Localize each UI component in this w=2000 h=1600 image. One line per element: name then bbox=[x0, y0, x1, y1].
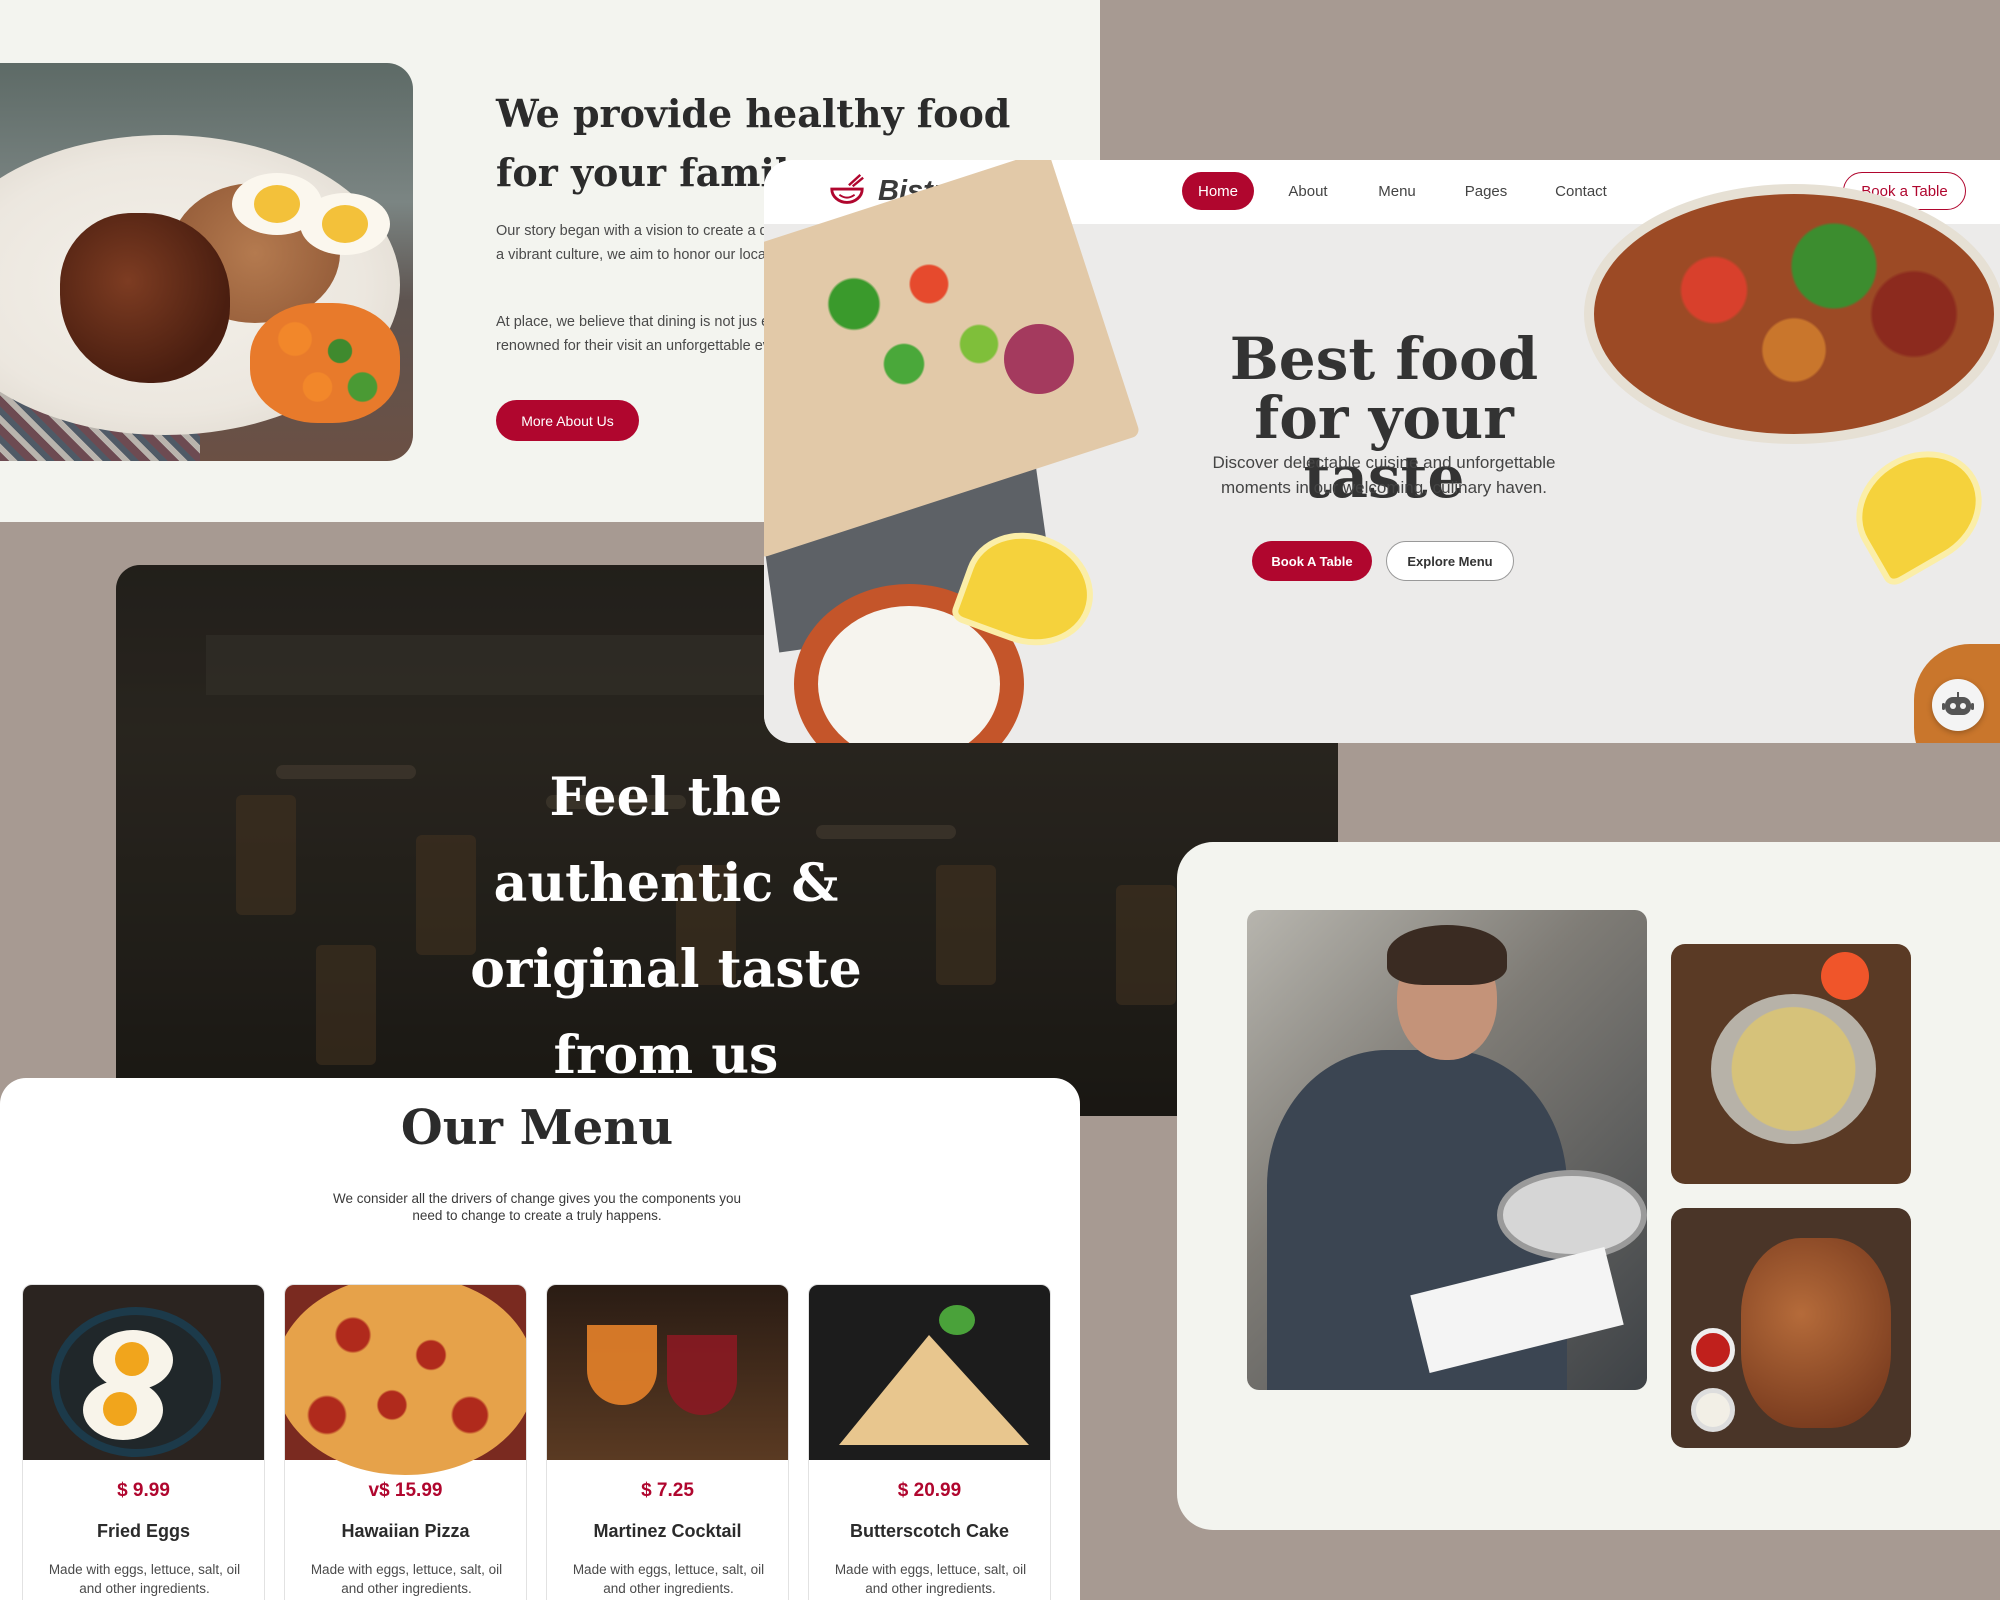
menu-subtitle: We consider all the drivers of change gi… bbox=[333, 1191, 741, 1223]
menu-section: Our Menu We consider all the drivers of … bbox=[0, 1078, 1080, 1600]
hawaiian-pizza-image bbox=[285, 1285, 526, 1475]
chef-image bbox=[1247, 910, 1647, 1390]
book-a-table-button[interactable]: Book A Table bbox=[1252, 541, 1372, 581]
bbq-dish-image bbox=[1671, 1208, 1911, 1448]
menu-item-description: Made with eggs, lettuce, salt, oil and o… bbox=[834, 1562, 1027, 1596]
menu-item-description: Made with eggs, lettuce, salt, oil and o… bbox=[572, 1562, 765, 1596]
menu-item-description: Made with eggs, lettuce, salt, oil and o… bbox=[48, 1562, 241, 1596]
butterscotch-cake-image bbox=[809, 1285, 1050, 1460]
menu-price: v$ 15.99 bbox=[368, 1480, 443, 1501]
menu-card-martinez-cocktail[interactable]: $ 7.25 Martinez Cocktail Made with eggs,… bbox=[546, 1284, 789, 1600]
nav-home[interactable]: Home bbox=[1182, 172, 1254, 210]
about-food-image bbox=[0, 63, 413, 461]
nav-about[interactable]: About bbox=[1254, 172, 1362, 210]
martinez-cocktail-image bbox=[547, 1285, 788, 1460]
hero-section: Bistro Bliss Home About Menu Pages Conta… bbox=[764, 160, 2000, 743]
nav-contact[interactable]: Contact bbox=[1540, 172, 1622, 210]
nav-pages[interactable]: Pages bbox=[1432, 172, 1540, 210]
robot-icon bbox=[1942, 692, 1974, 715]
menu-title: Our Menu bbox=[400, 1100, 674, 1156]
chatbot-button[interactable] bbox=[1932, 679, 1984, 731]
menu-item-name: Hawaiian Pizza bbox=[341, 1521, 470, 1541]
gallery-section bbox=[1177, 842, 2000, 1530]
menu-card-butterscotch-cake[interactable]: $ 20.99 Butterscotch Cake Made with eggs… bbox=[808, 1284, 1051, 1600]
more-about-us-button[interactable]: More About Us bbox=[496, 400, 639, 441]
banner-title: Feel the authentic & original taste from… bbox=[470, 767, 862, 1086]
fried-eggs-image bbox=[23, 1285, 264, 1460]
menu-item-name: Butterscotch Cake bbox=[849, 1521, 1010, 1541]
menu-price: $ 20.99 bbox=[897, 1480, 962, 1501]
hero-subtitle: Discover delectable cuisine and unforget… bbox=[1212, 453, 1556, 497]
menu-price: $ 9.99 bbox=[117, 1480, 170, 1501]
menu-item-description: Made with eggs, lettuce, salt, oil and o… bbox=[310, 1562, 503, 1596]
menu-card-hawaiian-pizza[interactable]: v$ 15.99 Hawaiian Pizza Made with eggs, … bbox=[284, 1284, 527, 1600]
menu-item-name: Fried Eggs bbox=[96, 1521, 190, 1541]
shrimp-dish-image bbox=[1671, 944, 1911, 1184]
nav-menu[interactable]: Menu bbox=[1362, 172, 1432, 210]
menu-item-name: Martinez Cocktail bbox=[593, 1521, 742, 1541]
nav-links: Home About Menu Pages Contact bbox=[1182, 172, 1622, 210]
explore-menu-button[interactable]: Explore Menu bbox=[1386, 541, 1514, 581]
menu-price: $ 7.25 bbox=[641, 1480, 694, 1501]
menu-card-fried-eggs[interactable]: $ 9.99 Fried Eggs Made with eggs, lettuc… bbox=[22, 1284, 265, 1600]
bowl-icon bbox=[830, 173, 864, 204]
